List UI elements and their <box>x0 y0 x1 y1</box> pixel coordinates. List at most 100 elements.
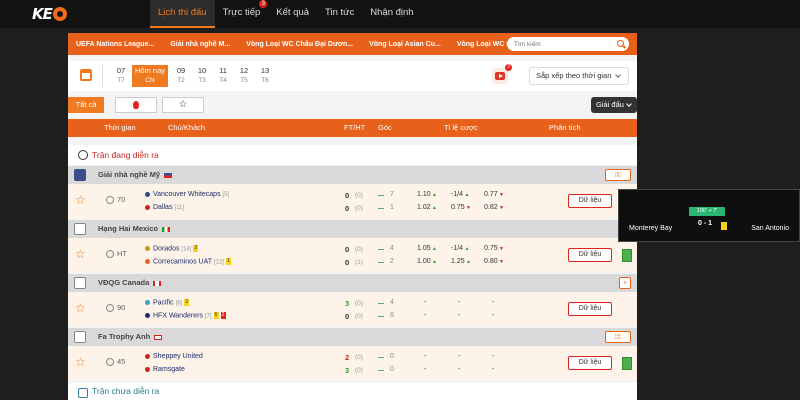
league-tab[interactable]: UEFA Nations League... <box>68 41 162 48</box>
filter-row: Tất cả ☆ Giải đấu <box>68 97 637 115</box>
home-team[interactable]: Dorados [14] 2 <box>145 245 199 252</box>
home-ht: (0) <box>355 246 363 253</box>
section-upcoming-title: Trận chưa diễn ra <box>92 386 160 396</box>
data-button[interactable]: Dữ liệu <box>568 356 612 370</box>
home-team[interactable]: Pacific [8] 2 <box>145 299 190 306</box>
odd-value: - <box>492 366 495 373</box>
league-name: Hạng Hai Mexico <box>98 220 171 238</box>
away-team[interactable]: Dallas [11] <box>145 204 184 211</box>
league-tab[interactable]: Vòng Loại Asian Cu... <box>361 41 449 48</box>
team-crest-icon <box>145 204 150 210</box>
chevron-down-icon <box>615 72 621 78</box>
col-odds: Tỉ lệ cược <box>444 123 478 132</box>
odd-value[interactable]: -1/4 ▲ <box>451 191 469 198</box>
home-score: 3 <box>345 299 350 308</box>
odd-value: - <box>492 299 495 306</box>
away-corner: 6 <box>378 312 394 319</box>
odd-value[interactable]: 1.25 ▲ <box>451 258 471 265</box>
stats-icon[interactable]: ¦¦¦¦ <box>605 331 631 343</box>
col-ftht: FT/HT <box>344 123 366 132</box>
date-item[interactable]: 09 T2 <box>170 65 192 87</box>
nav-results[interactable]: Kết quả <box>268 0 317 28</box>
date-item[interactable]: 11 T4 <box>212 65 234 87</box>
odd-value[interactable]: -1/4 ▲ <box>451 245 469 252</box>
odd-value: - <box>424 366 427 373</box>
odd-value[interactable]: 0.82 ▼ <box>484 204 504 211</box>
favorite-star-icon[interactable]: ☆ <box>75 248 86 260</box>
home-score: 0 <box>345 191 350 200</box>
date-item[interactable]: 10 T3 <box>191 65 213 87</box>
live-score-widget[interactable]: 100' + 7' Monterey Bay 0 - 1 San Antonio <box>618 189 800 242</box>
home-corner: 7 <box>378 191 394 198</box>
pitch-icon[interactable] <box>622 249 632 262</box>
date-day: 10 <box>197 66 207 75</box>
filter-all-button[interactable]: Tất cả <box>68 97 104 113</box>
filter-favorite-button[interactable]: ☆ <box>162 97 204 113</box>
odd-value[interactable]: 0.80 ▼ <box>484 258 504 265</box>
nav-news-label: Tin tức <box>325 7 355 18</box>
odd-value: - <box>424 353 427 360</box>
filter-hot-button[interactable] <box>115 97 157 113</box>
league-tab[interactable]: Vòng Loại WC Châu Đại Dươn... <box>238 41 361 48</box>
league-name: Giải nhà nghề Mỹ <box>98 166 173 184</box>
home-corner: 0 <box>378 353 394 360</box>
away-team[interactable]: Ramsgate <box>145 366 185 373</box>
nav-predictions[interactable]: Nhận định <box>362 0 421 28</box>
pitch-icon[interactable] <box>622 357 632 370</box>
odd-value: - <box>458 299 461 306</box>
odd-value[interactable]: 1.02 ▲ <box>417 204 437 211</box>
stats-icon[interactable]: ¦¦¦¦ <box>605 169 631 181</box>
odd-value[interactable]: 1.00 ▲ <box>417 258 437 265</box>
star-icon: ☆ <box>178 99 188 110</box>
site-logo[interactable]: KE <box>32 4 67 24</box>
odd-value[interactable]: 1.05 ▲ <box>417 245 437 252</box>
home-ht: (0) <box>355 354 363 361</box>
yellow-card-icon: 2 <box>184 299 190 306</box>
corner-flag-icon <box>378 313 384 317</box>
home-team[interactable]: Vancouver Whitecaps [5] <box>145 191 229 198</box>
odd-value[interactable]: 0.77 ▼ <box>484 191 504 198</box>
nav-fixtures-label: Lịch thi đấu <box>158 7 207 18</box>
home-ht: (0) <box>355 192 363 199</box>
nav-predictions-label: Nhận định <box>370 7 414 18</box>
league-logo <box>74 169 86 181</box>
home-score: 0 <box>345 245 350 254</box>
odd-value[interactable]: 1.10 ▲ <box>417 191 437 198</box>
league-filter-select[interactable]: Giải đấu <box>591 97 637 113</box>
yellow-card-icon <box>721 222 727 230</box>
league-tab[interactable]: Giải nhà nghề M... <box>162 41 238 48</box>
main-panel: UEFA Nations League... Giải nhà nghề M..… <box>68 33 637 400</box>
nav-live[interactable]: Trực tiếp 3 <box>215 0 269 28</box>
league-logo <box>74 277 86 289</box>
date-item[interactable]: 12 T5 <box>233 65 255 87</box>
league-logo <box>74 223 86 235</box>
data-button[interactable]: Dữ liệu <box>568 194 612 208</box>
search-icon[interactable] <box>617 40 624 47</box>
fire-icon <box>133 101 139 109</box>
match-time: 45 <box>106 357 125 367</box>
nav-news[interactable]: Tin tức <box>317 0 362 28</box>
date-dow: T6 <box>261 77 269 84</box>
mexico-flag-icon <box>162 226 171 232</box>
data-button[interactable]: Dữ liệu <box>568 248 612 262</box>
nav-fixtures[interactable]: Lịch thi đấu <box>150 0 215 28</box>
home-team[interactable]: Sheppey United <box>145 353 203 360</box>
data-button[interactable]: Dữ liệu <box>568 302 612 316</box>
favorite-star-icon[interactable]: ☆ <box>75 356 86 368</box>
england-flag-icon <box>154 334 163 340</box>
sort-select[interactable]: Sắp xếp theo thời gian <box>529 67 629 85</box>
odd-value[interactable]: 0.75 ▼ <box>484 245 504 252</box>
date-item[interactable]: 13 T6 <box>254 65 276 87</box>
date-selector: 07 T7 Hôm nay CN 09 T2 10 T3 11 T4 12 T5 13 T6 … <box>68 61 637 91</box>
away-team[interactable]: HFX Wanderers [7] 6 2 <box>145 312 226 319</box>
stats-icon[interactable]: ≡ <box>619 277 631 289</box>
search-input[interactable] <box>507 37 607 51</box>
date-item[interactable]: 07 T7 <box>110 65 132 87</box>
sort-select-label: Sắp xếp theo thời gian <box>536 71 612 80</box>
away-team[interactable]: Correcaminos UAT [12] 1 <box>145 258 231 265</box>
odd-value[interactable]: 0.75 ▼ <box>451 204 471 211</box>
date-item-today[interactable]: Hôm nay CN <box>132 65 168 87</box>
favorite-star-icon[interactable]: ☆ <box>75 302 86 314</box>
favorite-star-icon[interactable]: ☆ <box>75 194 86 206</box>
calendar-icon[interactable] <box>80 69 92 81</box>
